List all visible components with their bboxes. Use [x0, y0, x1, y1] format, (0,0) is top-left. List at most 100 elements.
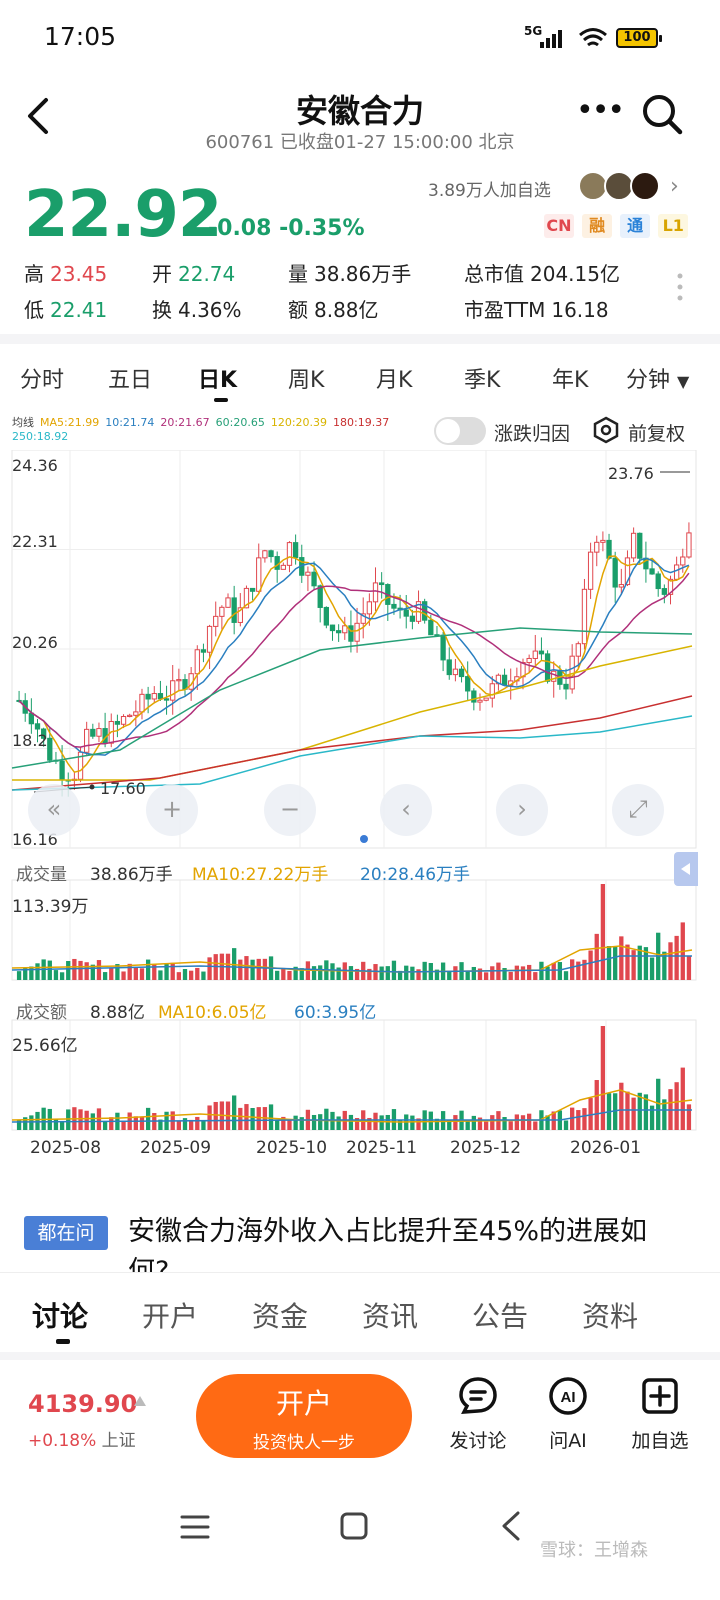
- signal-icon: [540, 30, 562, 48]
- more-vertical-icon[interactable]: [676, 272, 684, 302]
- candle-body: [379, 582, 385, 586]
- amount-bar: [102, 1121, 108, 1130]
- candle-body: [501, 674, 508, 686]
- volume-bar: [66, 961, 71, 980]
- tag-cn: CN: [544, 214, 574, 238]
- tab-minute[interactable]: 分钟 ▼: [626, 362, 689, 394]
- question-text[interactable]: 安徽合力海外收入占比提升至45%的进展如何?: [128, 1212, 688, 1272]
- candle-body: [538, 650, 545, 655]
- back-nav-icon[interactable]: [500, 1510, 522, 1542]
- candle-body: [348, 625, 354, 642]
- amount-bar: [287, 1120, 292, 1130]
- tab-weekly-k[interactable]: 周K: [288, 362, 324, 394]
- tab-intraday[interactable]: 分时: [20, 362, 64, 394]
- tab-profile[interactable]: 资料: [582, 1295, 638, 1335]
- page-dot: [360, 835, 368, 843]
- home-icon[interactable]: [340, 1512, 368, 1540]
- amount-bar: [490, 1115, 495, 1130]
- volume-bar: [121, 971, 126, 980]
- tab-open-account[interactable]: 开户: [142, 1295, 198, 1335]
- zoom-in-icon[interactable]: +: [146, 784, 198, 836]
- amount-bar: [348, 1114, 354, 1130]
- volume-bar: [686, 956, 692, 980]
- tab-quarterly-k[interactable]: 季K: [464, 362, 500, 394]
- triangle-up-icon: [134, 1396, 146, 1406]
- volume-bar: [533, 972, 538, 980]
- volume-bar: [526, 964, 532, 980]
- question-card[interactable]: 都在问 安徽合力海外收入占比提升至45%的进展如何?: [0, 1180, 720, 1272]
- amount-ma10: MA10:6.05亿: [158, 1003, 267, 1023]
- tag-connect: 通: [620, 214, 651, 238]
- amount-bar: [631, 1097, 636, 1130]
- tab-yearly-k[interactable]: 年K: [552, 362, 588, 394]
- amount-bar: [680, 1067, 685, 1130]
- amount-max-label: 25.66亿: [12, 1036, 78, 1056]
- volume-bar: [649, 957, 655, 980]
- volume-bar: [570, 959, 575, 980]
- amount-bar: [336, 1116, 341, 1130]
- candle-body: [458, 668, 465, 678]
- candle-body: [176, 679, 182, 682]
- volume-bar: [674, 935, 679, 980]
- candle-body: [581, 588, 588, 645]
- adjust-settings-icon[interactable]: [592, 416, 620, 444]
- volume-bar: [483, 972, 489, 980]
- tag-level: L1: [658, 214, 689, 238]
- zoom-out-icon[interactable]: −: [264, 784, 316, 836]
- follower-avatars[interactable]: [578, 171, 664, 201]
- collapse-panel-icon[interactable]: [674, 852, 698, 886]
- volume-bar: [447, 970, 452, 980]
- candle-body: [170, 680, 176, 701]
- volume-bar: [471, 966, 476, 980]
- more-dots-icon[interactable]: •••: [576, 96, 625, 136]
- content-tabs: 讨论 开户 资金 资讯 公告 资料: [0, 1272, 720, 1350]
- add-watchlist-icon: [642, 1378, 678, 1414]
- tab-discussion[interactable]: 讨论: [32, 1295, 88, 1335]
- volume-bar: [563, 971, 569, 980]
- ask-ai-button[interactable]: AI 问AI: [528, 1376, 608, 1453]
- adjust-mode-label[interactable]: 前复权: [628, 419, 685, 446]
- candle-body: [84, 728, 90, 753]
- post-discussion-button[interactable]: 发讨论: [438, 1376, 518, 1453]
- fullscreen-icon[interactable]: ⤢: [612, 784, 664, 836]
- next-icon[interactable]: ›: [496, 784, 548, 836]
- tab-daily-k[interactable]: 日K: [198, 362, 237, 394]
- tab-monthly-k[interactable]: 月K: [376, 362, 412, 394]
- ask-ai-label: 问AI: [549, 1430, 587, 1452]
- chevron-right-icon[interactable]: ›: [670, 174, 679, 199]
- prev-icon[interactable]: ‹: [380, 784, 432, 836]
- candle-body: [673, 564, 680, 580]
- amount-bar: [410, 1115, 415, 1130]
- volume-value: 38.86万手: [90, 865, 173, 885]
- ai-icon: AI: [549, 1377, 587, 1415]
- candle-body: [440, 634, 446, 661]
- menu-icon[interactable]: [180, 1514, 210, 1540]
- amount-bar: [483, 1121, 489, 1130]
- tab-five-day[interactable]: 五日: [108, 362, 152, 394]
- candle-body: [225, 597, 231, 608]
- scroll-left-icon[interactable]: «: [28, 784, 80, 836]
- tab-news[interactable]: 资讯: [362, 1295, 418, 1335]
- low-marker-dot: [89, 784, 95, 790]
- candle-body: [139, 693, 145, 713]
- candle-body: [194, 649, 200, 675]
- volume-bar: [158, 970, 163, 980]
- price-axis-label: 22.31: [12, 532, 58, 551]
- volume-bar: [625, 944, 630, 980]
- volume-bar: [139, 968, 145, 980]
- open-account-title: 开户: [275, 1387, 332, 1420]
- volume-bar: [385, 966, 390, 980]
- add-watchlist-button[interactable]: 加自选: [620, 1376, 700, 1453]
- search-icon[interactable]: [640, 92, 684, 136]
- index-value[interactable]: 4139.90: [28, 1390, 137, 1418]
- attribution-toggle[interactable]: [434, 417, 486, 445]
- high-annotation: 23.76: [608, 464, 654, 483]
- question-badge: 都在问: [24, 1216, 108, 1250]
- open-account-button[interactable]: 开户 投资快人一步: [196, 1374, 412, 1458]
- tab-announcement[interactable]: 公告: [472, 1295, 528, 1335]
- followers-count[interactable]: 3.89万人加自选: [428, 176, 551, 201]
- tag-margin: 融: [582, 214, 613, 238]
- ma-legend-title: 均线: [12, 416, 34, 429]
- candle-body: [292, 542, 299, 559]
- tab-capital[interactable]: 资金: [252, 1295, 308, 1335]
